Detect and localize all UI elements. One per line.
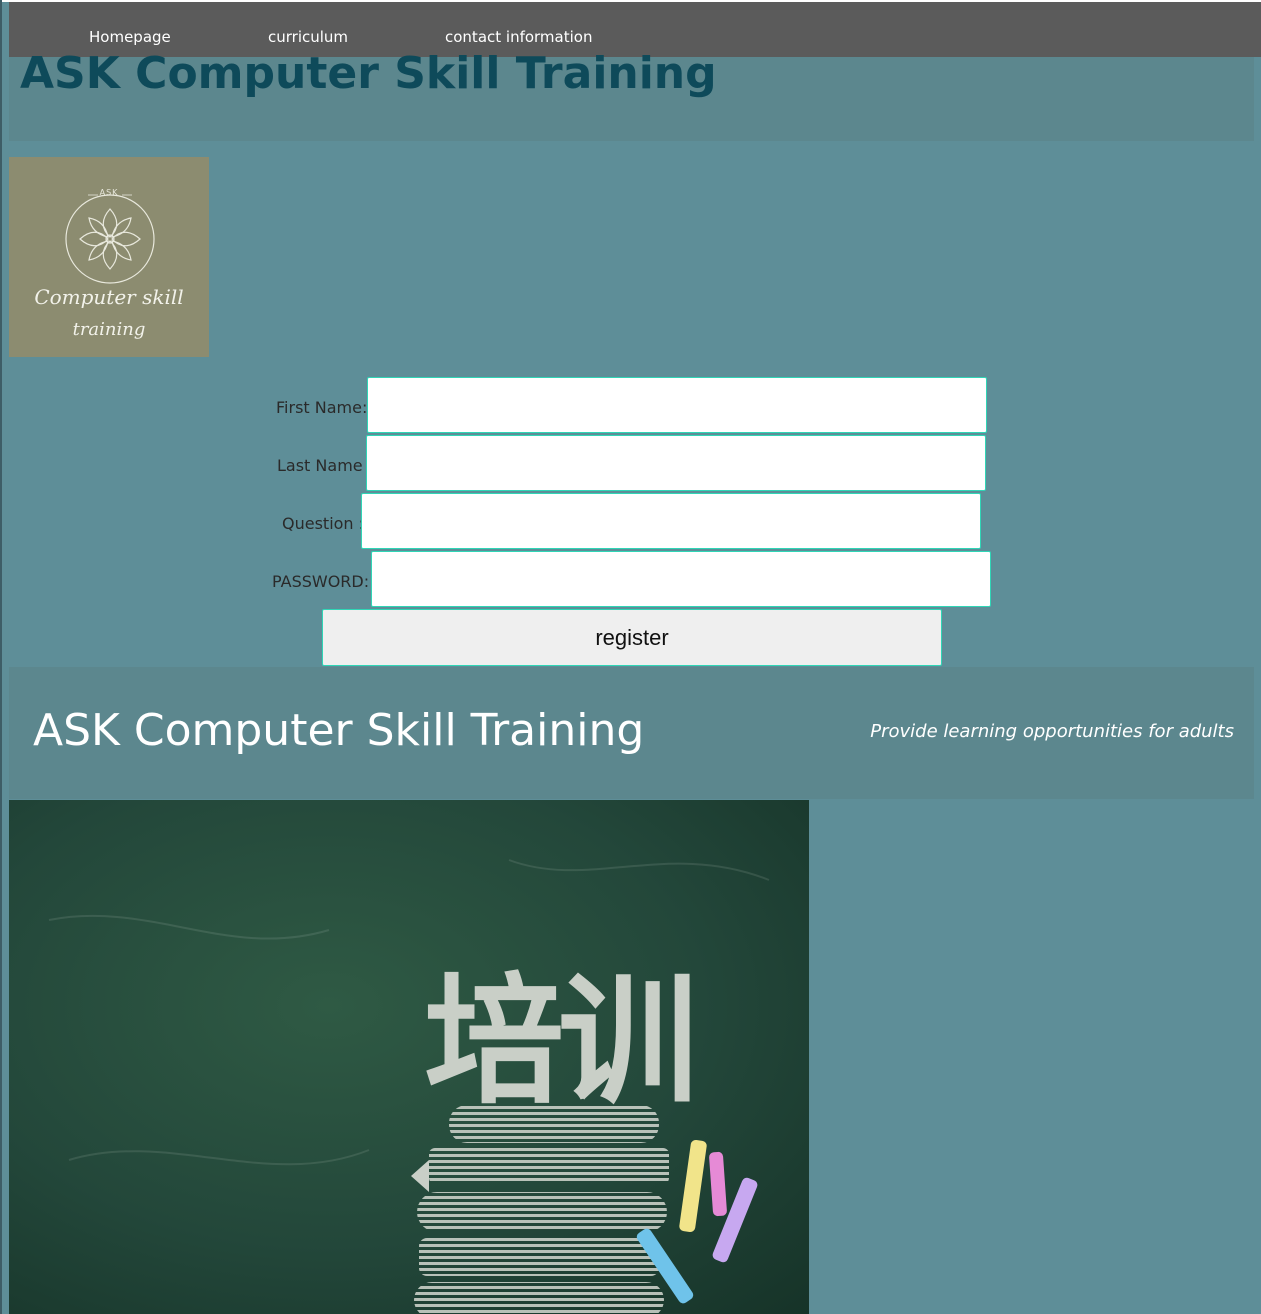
last-name-field[interactable]: [366, 435, 986, 491]
last-name-label: Last Name :: [277, 456, 374, 475]
first-name-label: First Name:: [276, 398, 368, 417]
nav-link-homepage[interactable]: Homepage: [89, 28, 171, 46]
chalkboard-banner-image: 培训: [9, 800, 809, 1314]
password-field[interactable]: [371, 551, 991, 607]
register-button[interactable]: register: [322, 609, 942, 666]
password-label: PASSWORD:: [272, 572, 370, 591]
logo: ASK Computer skill training: [9, 157, 209, 357]
chalk-heading-text: 培训: [424, 961, 692, 1124]
question-label: Question :: [282, 514, 365, 533]
nav-link-contact-information[interactable]: contact information: [445, 28, 592, 46]
book-stack-icon: [411, 1105, 669, 1314]
logo-top-text: ASK: [99, 188, 119, 197]
first-name-field[interactable]: [367, 377, 987, 433]
chalkboard-illustration: 培训: [48, 859, 770, 1314]
nav-link-curriculum[interactable]: curriculum: [268, 28, 348, 46]
page-title: ASK Computer Skill Training: [20, 48, 717, 99]
question-row: Question :: [0, 493, 1000, 551]
footer-tagline: Provide learning opportunities for adult…: [870, 721, 1234, 742]
footer-band: ASK Computer Skill Training Provide lear…: [9, 667, 1254, 799]
question-field[interactable]: [361, 493, 981, 549]
logo-line-1: Computer skill: [34, 285, 184, 309]
logo-line-2: training: [72, 319, 146, 340]
footer-title: ASK Computer Skill Training: [33, 705, 645, 756]
window-left-edge: [0, 0, 2, 1314]
last-name-row: Last Name :: [0, 435, 1000, 493]
first-name-row: First Name:: [0, 377, 1000, 435]
password-row: PASSWORD:: [0, 551, 1000, 609]
